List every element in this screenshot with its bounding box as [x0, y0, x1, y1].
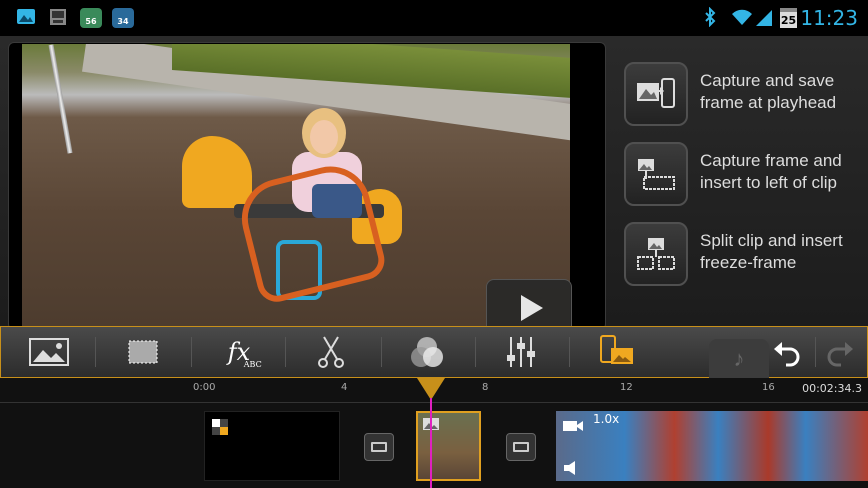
- scene-rocker-head: [182, 136, 252, 208]
- music-note-icon: ♪: [733, 346, 745, 371]
- transition-button[interactable]: [506, 433, 536, 461]
- clip-speed: 1.0x: [593, 412, 620, 426]
- clip-title-card[interactable]: [204, 411, 340, 481]
- calendar-icon: 25: [780, 8, 797, 28]
- add-media-button[interactable]: [17, 331, 81, 373]
- clock: 11:23: [800, 6, 858, 30]
- toolbar-divider: [381, 337, 382, 367]
- split-button[interactable]: [299, 331, 363, 373]
- capture-save-frame-label: Capture and save frame at playhead: [700, 71, 837, 112]
- undo-button[interactable]: [757, 331, 817, 373]
- tick-4: 4: [341, 382, 348, 393]
- adjustments-button[interactable]: [489, 331, 553, 373]
- screenshot-notification-icon: [48, 7, 68, 27]
- crop-button[interactable]: [111, 331, 175, 373]
- toolbar-divider: [475, 337, 476, 367]
- split-freeze-frame-action[interactable]: Split clip and insert freeze-frame: [620, 218, 868, 290]
- transition-icon: [513, 442, 529, 452]
- capture-insert-frame-button[interactable]: [624, 142, 688, 206]
- scene-rocker-handle: [233, 158, 389, 306]
- bluetooth-icon: [700, 6, 720, 28]
- video-camera-icon: [563, 421, 583, 431]
- editor-main: Capture and save frame at playhead Captu…: [0, 36, 868, 337]
- capture-save-frame-button[interactable]: [624, 62, 688, 126]
- toolbar-divider: [191, 337, 192, 367]
- text-effects-button[interactable]: fx ABC: [207, 331, 271, 373]
- signal-icon: [754, 7, 774, 27]
- project-duration: 00:02:34.3: [802, 382, 862, 395]
- clip-frame-selected[interactable]: [416, 411, 481, 481]
- notification-badge-34: 34: [112, 8, 134, 28]
- scene-pole: [48, 44, 73, 154]
- frame-capture-icon: [600, 335, 633, 364]
- edit-toolbar: fx ABC ♪: [0, 326, 868, 379]
- crop-icon: [128, 340, 158, 364]
- color-circles-icon: [411, 337, 443, 367]
- redo-button[interactable]: [811, 331, 868, 373]
- scissors-icon: [318, 336, 344, 368]
- split-freeze-frame-button[interactable]: [624, 222, 688, 286]
- tick-0: 0:00: [193, 382, 216, 393]
- status-bar: 56 34 25 11:23: [0, 0, 868, 36]
- toolbar-divider: [95, 337, 96, 367]
- toolbar-divider: [569, 337, 570, 367]
- scene-child-face: [310, 120, 338, 154]
- fx-icon: fx ABC: [227, 338, 262, 369]
- notification-badge-56: 56: [80, 8, 102, 28]
- timeline-track[interactable]: [0, 402, 868, 488]
- wifi-icon: [730, 7, 754, 27]
- color-effects-button[interactable]: [395, 331, 459, 373]
- capture-insert-frame-action[interactable]: Capture frame and insert to left of clip: [620, 138, 868, 210]
- tick-8: 8: [482, 382, 489, 393]
- capture-insert-frame-icon: [638, 159, 675, 190]
- frame-capture-button[interactable]: [585, 331, 649, 373]
- split-freeze-frame-icon: [637, 238, 675, 270]
- redo-icon: [827, 342, 853, 367]
- title-clip-icon: [212, 419, 228, 435]
- image-icon: [29, 338, 69, 366]
- capture-save-frame-action[interactable]: Capture and save frame at playhead: [620, 58, 868, 130]
- split-freeze-frame-label: Split clip and insert freeze-frame: [700, 231, 843, 272]
- playhead-handle[interactable]: [417, 378, 445, 400]
- transition-icon: [371, 442, 387, 452]
- capture-insert-frame-label: Capture frame and insert to left of clip: [700, 151, 842, 192]
- undo-icon: [774, 342, 800, 367]
- playhead-line: [430, 398, 432, 488]
- transition-button[interactable]: [364, 433, 394, 461]
- speaker-icon: [564, 461, 575, 475]
- tick-16: 16: [762, 382, 775, 393]
- sliders-icon: [507, 337, 535, 367]
- toolbar-divider: [285, 337, 286, 367]
- gallery-notification-icon: [16, 7, 36, 27]
- tick-12: 12: [620, 382, 633, 393]
- capture-save-frame-icon: [637, 78, 675, 108]
- play-icon: [521, 295, 543, 321]
